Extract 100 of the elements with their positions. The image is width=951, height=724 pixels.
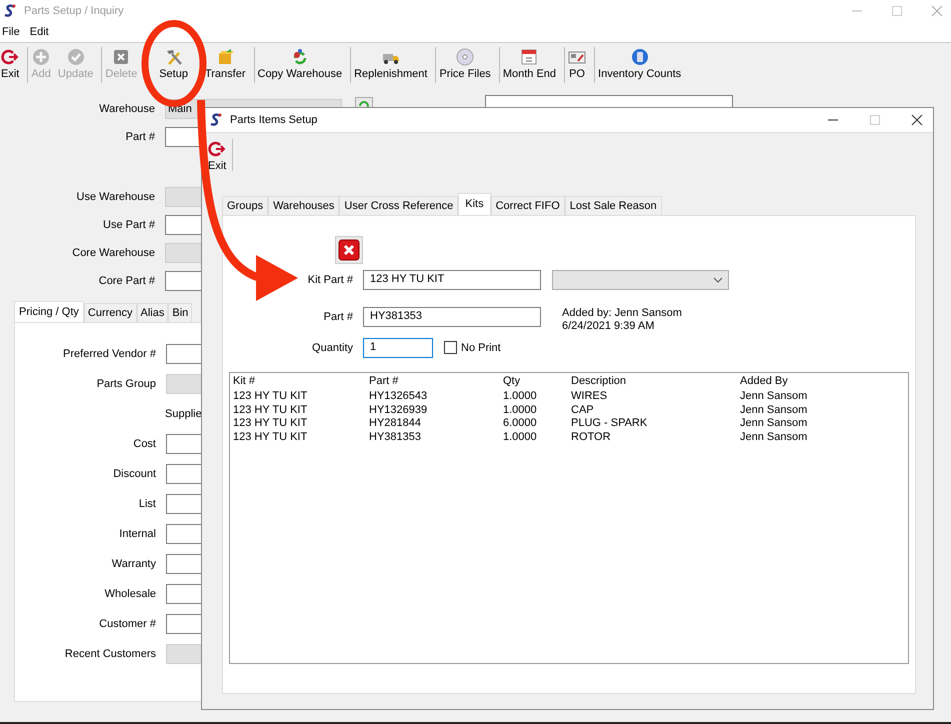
field-label: Warranty [110,558,157,570]
input-field[interactable] [165,127,201,147]
tab[interactable]: Currency [84,303,137,322]
field-label: Core Warehouse [71,247,156,259]
input-field[interactable] [166,554,202,574]
added-date-text: 6/24/2021 9:39 AM [562,320,656,332]
box-icon [216,48,234,66]
table-cell-text: 123 HY TU KIT [233,390,308,404]
field-label: Use Part # [102,219,156,231]
chevron-down-icon [713,276,723,282]
toolbar-button[interactable]: Copy Warehouse [256,45,348,85]
field-label: Warehouse [98,103,156,115]
readonly-field[interactable] [166,644,202,664]
check-icon [66,48,85,66]
toolbar-button[interactable]: Month End [502,45,562,85]
tab[interactable]: Alias [136,303,168,322]
field-label: Parts Group [96,378,157,390]
add-icon [32,48,50,66]
table-cell-text: 1.0000 [503,430,538,444]
column-header[interactable]: Kit # [233,373,369,389]
close-icon [338,239,360,261]
input-field[interactable] [166,434,202,454]
input-field[interactable] [165,215,201,235]
no-print-checkbox[interactable]: No Print [444,341,501,354]
field-label: Quantity [311,342,354,354]
table-cell-text: Jenn Sansom [740,404,808,417]
column-header[interactable]: Qty [503,373,571,389]
table-cell-text: HY381353 [369,430,422,444]
field-label: Discount [112,468,157,480]
tab[interactable]: Pricing / Qty [14,301,84,322]
exit-icon [1,48,20,66]
input-field[interactable]: 123 HY TU KIT [363,270,541,290]
table-cell-text: PLUG - SPARK [571,417,648,430]
menu-item[interactable]: Edit [30,26,49,38]
tab[interactable]: Warehouses [268,196,340,215]
field-label: Internal [118,528,157,540]
tab[interactable]: Lost Sale Reason [564,196,662,215]
tab[interactable]: Groups [222,196,268,215]
toolbar-button[interactable]: PO [567,45,592,85]
table-cell-text: HY1326543 [369,390,428,404]
column-header[interactable]: Added By [740,373,890,389]
dropdown[interactable] [552,270,729,290]
quantity-field[interactable]: 1 [363,338,433,358]
tab[interactable]: Bin [168,303,192,322]
dialog-title: Parts Items Setup [230,114,318,126]
input-field[interactable] [166,614,202,634]
table-cell-text: 1.0000 [503,404,538,417]
toolbar-button[interactable]: Exit [0,45,26,85]
delete-icon [112,48,130,66]
table-cell-text: CAP [571,404,595,417]
tools-icon [164,48,183,66]
input-field[interactable] [166,524,202,544]
field-label: Cost [132,438,157,450]
tab[interactable]: Correct FIFO [490,196,565,215]
field-label: Use Warehouse [76,191,156,203]
table-cell-text: 6.0000 [503,417,538,430]
input-field[interactable] [166,344,202,364]
field-label: Customer # [98,618,157,630]
toolbar-button[interactable]: Price Files [438,45,497,85]
toolbar-button[interactable]: Replenishment [353,45,434,85]
input-field[interactable] [165,271,201,291]
input-field[interactable] [166,464,202,484]
menu-item[interactable]: File [2,26,20,38]
field-label: Core Part # [98,275,156,287]
input-field[interactable] [166,584,202,604]
field-label: Recent Customers [64,648,157,660]
readonly-field[interactable] [165,187,201,207]
calendar-icon [520,48,538,66]
disc-icon [456,48,474,66]
toolbar-button[interactable]: Inventory Counts [597,45,688,85]
delete-button[interactable] [335,236,363,264]
toolbar-button[interactable]: Transfer [204,45,252,85]
input-field[interactable] [166,494,202,514]
exit-icon [208,140,226,158]
table-cell-text: 123 HY TU KIT [233,417,308,430]
table-cell-text: Jenn Sansom [740,430,808,444]
table-cell-text: WIRES [571,390,608,404]
field-label: Part # [124,131,156,143]
app-logo-icon [4,4,16,18]
field-label: Part # [322,310,354,322]
window-title: Parts Setup / Inquiry [24,5,124,17]
table-cell-text: 123 HY TU KIT [233,404,308,417]
field-label: List [138,498,157,510]
field-label: Kit Part # [306,274,354,286]
column-header[interactable]: Part # [369,373,503,389]
input-field[interactable]: HY381353 [363,306,541,326]
table-cell-text: Jenn Sansom [740,417,808,430]
column-header[interactable]: Description [571,373,740,389]
counts-icon [630,48,649,66]
added-by-text: Added by: Jenn Sansom [562,306,682,320]
table-cell-text: HY1326939 [369,404,428,417]
close-icon[interactable] [911,114,923,126]
table-cell-text: 123 HY TU KIT [233,430,308,444]
section-heading: Supplie [165,408,202,420]
readonly-field[interactable] [165,243,201,263]
table-cell-text: ROTOR [571,430,612,444]
tab[interactable]: Kits [458,193,491,215]
tab[interactable]: User Cross Reference [339,196,458,215]
readonly-field[interactable] [166,374,202,394]
exit-button[interactable]: Exit [202,137,230,173]
